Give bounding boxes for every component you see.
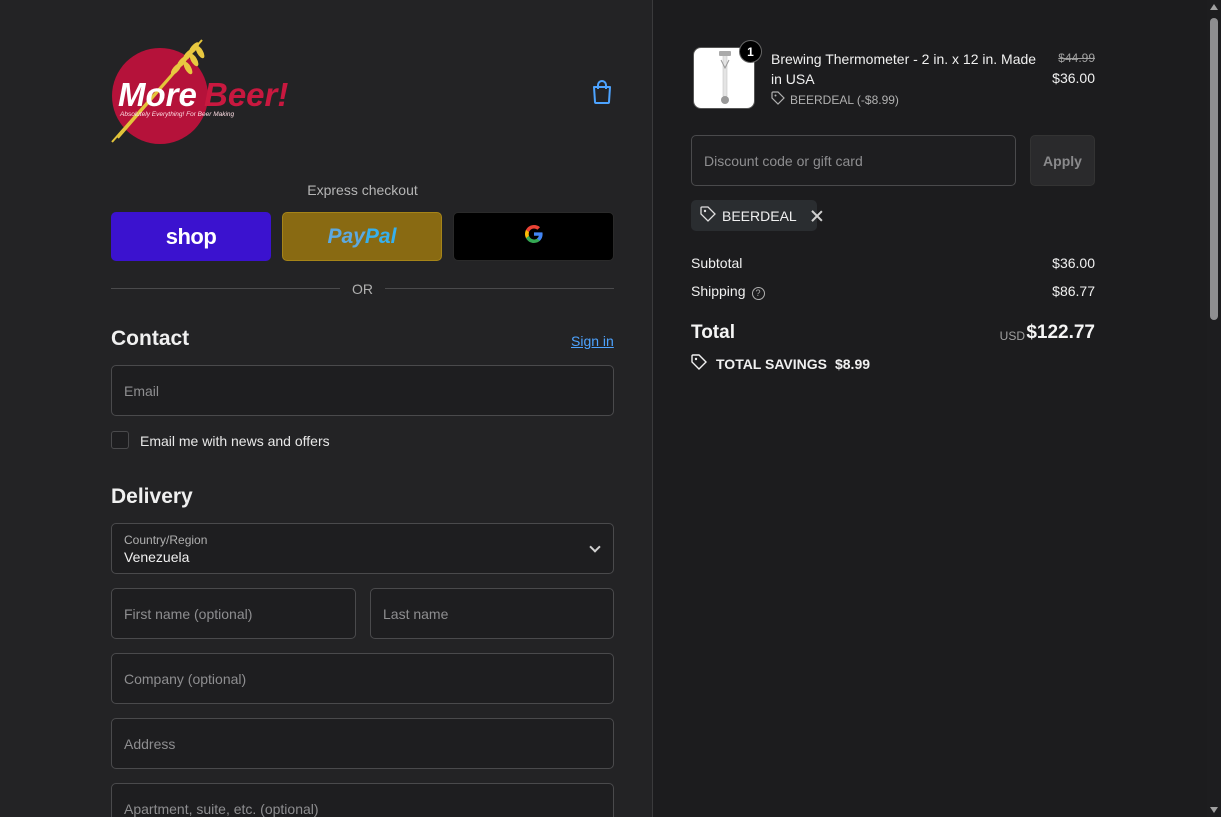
product-name: Brewing Thermometer - 2 in. x 12 in. Mad… [771, 51, 1037, 87]
google-pay-button[interactable] [453, 212, 614, 261]
contact-title: Contact [111, 327, 190, 350]
company-field[interactable] [111, 653, 614, 704]
first-name-field[interactable] [111, 588, 356, 639]
savings-label: TOTAL SAVINGS [716, 355, 827, 372]
logo-text-more: More [118, 76, 197, 113]
scroll-down-icon[interactable] [1210, 807, 1218, 813]
or-divider-right [385, 288, 614, 289]
subtotal-label: Subtotal [691, 255, 743, 271]
express-checkout-title: Express checkout [307, 182, 418, 198]
help-icon[interactable]: ? [751, 287, 765, 300]
scroll-up-icon[interactable] [1210, 4, 1218, 10]
email-field[interactable] [111, 365, 614, 416]
morebeer-logo[interactable]: More Beer! Absolutely Everything! For Be… [110, 38, 295, 146]
original-price: $44.99 [1058, 51, 1095, 65]
apartment-field[interactable] [111, 783, 614, 817]
last-name-field[interactable] [370, 588, 614, 639]
product-discount-text: BEERDEAL (-$8.99) [790, 92, 899, 107]
paypal-label-pay: Pay [327, 224, 365, 248]
shipping-value: $86.77 [1052, 283, 1095, 299]
company-input[interactable] [112, 654, 613, 703]
newsletter-checkbox[interactable] [111, 431, 129, 449]
country-value: Venezuela [124, 549, 190, 565]
apply-discount-button[interactable]: Apply [1030, 135, 1095, 186]
shipping-row: Shipping? [691, 283, 765, 300]
address-input[interactable] [112, 719, 613, 768]
quantity-badge: 1 [739, 40, 762, 63]
email-input[interactable] [112, 366, 613, 415]
google-g-icon [524, 224, 544, 249]
tag-icon [691, 354, 708, 373]
total-label: Total [691, 322, 735, 343]
applied-code-text: BEERDEAL [722, 207, 797, 224]
scrollbar[interactable] [1207, 0, 1221, 817]
tag-icon [771, 91, 785, 108]
sign-in-link[interactable]: Sign in [571, 333, 614, 349]
savings-value: $8.99 [834, 355, 871, 372]
or-divider-left [111, 288, 340, 289]
discount-input[interactable] [692, 136, 1015, 185]
country-select[interactable]: Country/Region Venezuela [111, 523, 614, 574]
order-summary-panel [653, 0, 1207, 817]
total-value: $122.77 [1026, 322, 1095, 343]
subtotal-value: $36.00 [1052, 255, 1095, 271]
last-name-input[interactable] [371, 589, 613, 638]
shipping-label: Shipping [691, 283, 746, 299]
applied-discount-chip: BEERDEAL [691, 200, 817, 231]
newsletter-label: Email me with news and offers [140, 433, 330, 449]
chevron-down-icon [589, 541, 601, 553]
total-savings: TOTAL SAVINGS $8.99 [691, 354, 870, 373]
discount-field[interactable] [691, 135, 1016, 186]
shop-pay-label: shop [165, 223, 217, 249]
remove-code-icon[interactable] [811, 210, 817, 222]
logo-text-beer: Beer! [204, 76, 288, 113]
or-text: OR [352, 281, 373, 297]
first-name-input[interactable] [112, 589, 355, 638]
shop-pay-button[interactable]: shop [111, 212, 271, 261]
total-currency: USD [999, 329, 1025, 343]
delivery-title: Delivery [111, 485, 193, 508]
shopping-bag-icon[interactable] [591, 80, 613, 104]
address-field[interactable] [111, 718, 614, 769]
tag-icon [700, 206, 716, 225]
sale-price: $36.00 [1052, 70, 1095, 86]
scrollbar-thumb[interactable] [1210, 18, 1218, 320]
country-label: Country/Region [124, 533, 208, 547]
paypal-button[interactable]: Pay Pal [282, 212, 442, 261]
paypal-label-pal: Pal [364, 224, 397, 248]
logo-tagline: Absolutely Everything! For Beer Making [119, 111, 235, 118]
product-discount: BEERDEAL (-$8.99) [771, 91, 899, 108]
apartment-input[interactable] [112, 784, 613, 817]
